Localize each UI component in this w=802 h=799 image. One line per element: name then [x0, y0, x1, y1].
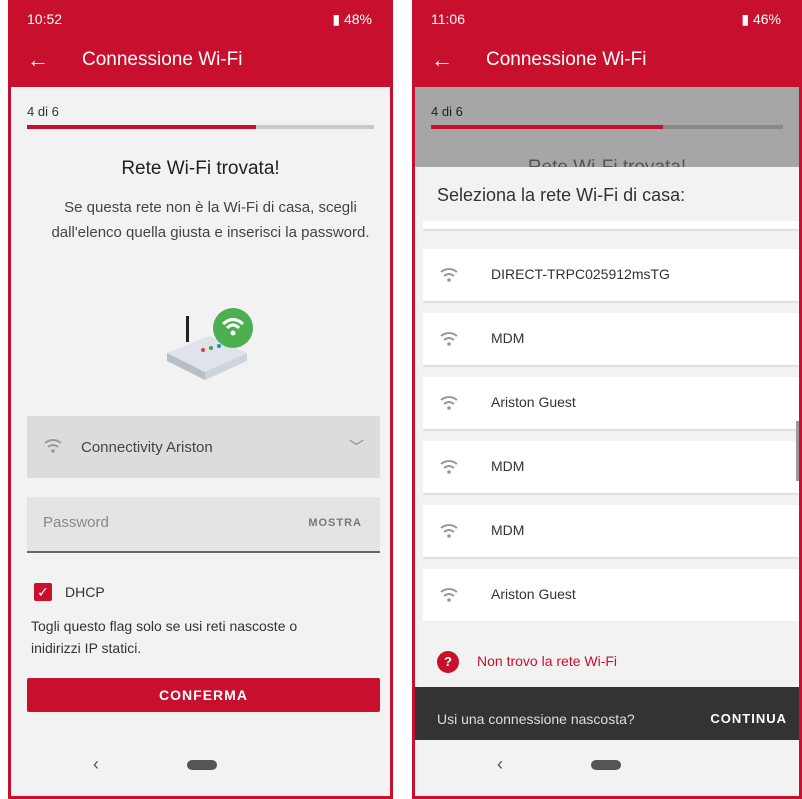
progress-track [431, 125, 783, 129]
battery-value: 48% [343, 11, 372, 27]
wifi-icon [440, 588, 458, 602]
right-phone-screen: 11:06 ▮ 46% ← Connessione Wi-Fi 4 di 6 R… [412, 0, 802, 799]
network-item[interactable]: Ariston Guest [423, 569, 799, 621]
nav-back-icon[interactable]: ‹ [497, 754, 503, 775]
snackbar-text: Usi una connessione nascosta? [437, 711, 635, 727]
wifi-icon [44, 439, 62, 453]
progress-fill [27, 125, 257, 129]
battery-level: ▮ 48% [332, 11, 372, 27]
network-item[interactable]: MDM [423, 441, 799, 493]
network-item[interactable]: DIRECT-TRPC025912msTG [423, 249, 799, 301]
network-item[interactable]: MDM [423, 313, 799, 365]
network-item[interactable]: MDM [423, 505, 799, 557]
continue-button[interactable]: CONTINUA [710, 711, 787, 726]
dhcp-checkbox[interactable]: ✓ [34, 583, 52, 601]
wifi-icon [440, 268, 458, 282]
app-bar: ← Connessione Wi-Fi [11, 33, 390, 87]
wifi-icon [440, 524, 458, 538]
wifi-icon [440, 396, 458, 410]
dhcp-note: Togli questo flag solo se usi reti nasco… [31, 618, 298, 656]
found-heading: Rete Wi-Fi trovata! [121, 158, 280, 179]
progress-track [27, 125, 374, 129]
not-found-label: Non trovo la rete Wi-Fi [477, 653, 618, 669]
step-progress: 4 di 6 [431, 103, 783, 133]
system-nav-bar: ‹ [415, 740, 799, 796]
network-name: Ariston Guest [491, 394, 576, 410]
status-time: 10:52 [27, 11, 63, 27]
list-scrollbar[interactable] [796, 421, 799, 481]
password-input[interactable] [43, 514, 243, 531]
home-pill-icon[interactable] [187, 760, 217, 770]
chevron-down-icon: ﹀ [348, 439, 364, 456]
password-field[interactable]: MOSTRA [27, 497, 380, 553]
network-name: Ariston Guest [491, 586, 576, 602]
selected-network: Connectivity Ariston [81, 439, 213, 456]
home-pill-icon[interactable] [591, 760, 621, 770]
sheet-title: Seleziona la rete Wi-Fi di casa: [437, 185, 686, 205]
nav-back-icon[interactable]: ‹ [93, 754, 99, 775]
network-list[interactable]: DIRECT-TRPC025912msTG MDM Ariston Guest … [423, 221, 799, 621]
page-title: Connessione Wi-Fi [486, 49, 647, 70]
network-name: MDM [491, 458, 525, 474]
show-password-button[interactable]: MOSTRA [308, 517, 362, 529]
network-bottom-sheet: Seleziona la rete Wi-Fi di casa: DIRECT-… [415, 167, 799, 796]
left-phone-screen: 10:52 ▮ 48% ← Connessione Wi-Fi 4 di 6 R… [8, 0, 393, 799]
router-illustration-icon [167, 308, 253, 380]
list-item[interactable] [423, 221, 799, 229]
progress-fill [431, 125, 664, 129]
app-bar: ← Connessione Wi-Fi [415, 33, 799, 87]
wifi-icon [440, 460, 458, 474]
help-icon: ? [437, 651, 459, 673]
back-arrow-icon[interactable]: ← [431, 47, 453, 73]
dimmed-background: 4 di 6 Rete Wi-Fi trovata! [415, 87, 799, 178]
status-bar: 11:06 ▮ 46% [415, 3, 799, 33]
network-name: MDM [491, 330, 525, 346]
network-name: DIRECT-TRPC025912msTG [491, 266, 670, 282]
confirm-button[interactable]: CONFERMA [27, 678, 380, 712]
network-item[interactable]: Ariston Guest [423, 377, 799, 429]
network-select[interactable]: Connectivity Ariston ﹀ [27, 416, 380, 478]
step-progress: 4 di 6 [27, 103, 374, 133]
step-label: 4 di 6 [431, 104, 463, 119]
battery-value: 46% [752, 11, 781, 27]
step-label: 4 di 6 [27, 104, 59, 119]
description-text: Se questa rete non è la Wi-Fi di casa, s… [51, 199, 370, 241]
status-bar: 10:52 ▮ 48% [11, 3, 390, 33]
page-title: Connessione Wi-Fi [82, 49, 243, 70]
back-arrow-icon[interactable]: ← [27, 47, 49, 73]
battery-level: ▮ 46% [741, 11, 781, 27]
dhcp-label: DHCP [65, 584, 105, 600]
wifi-icon [440, 332, 458, 346]
status-time: 11:06 [431, 11, 465, 27]
network-name: MDM [491, 522, 525, 538]
system-nav-bar: ‹ [11, 740, 390, 796]
